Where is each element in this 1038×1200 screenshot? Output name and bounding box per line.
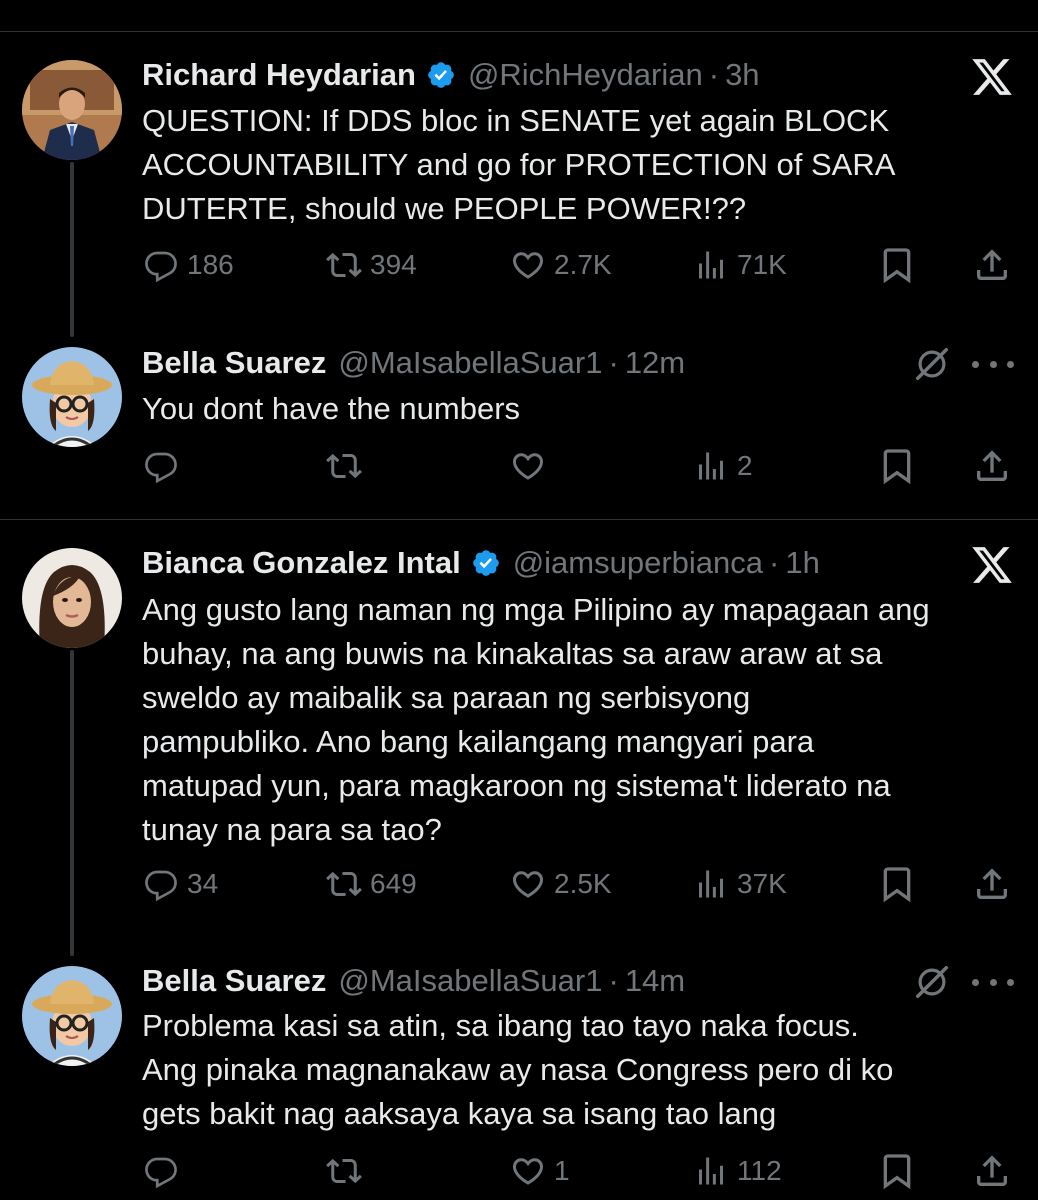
avatar-bianca-gonzalez-intal[interactable] — [22, 548, 122, 648]
share-icon[interactable] — [972, 245, 1012, 285]
reply-count: 186 — [187, 249, 234, 280]
like-button[interactable]: 1 — [510, 1151, 570, 1191]
separator-dot: · — [608, 345, 619, 380]
repost-icon — [326, 453, 362, 479]
reply-icon — [145, 251, 177, 283]
like-count: 2.7K — [554, 249, 612, 280]
views-count: 37K — [737, 868, 787, 899]
views-icon — [699, 251, 723, 279]
tweet-text: You dont have the numbers — [142, 391, 521, 426]
tweet-header: Bella Suarez @MaIsabellaSuar1 · 12m — [142, 343, 685, 383]
like-button[interactable]: 2.5K — [510, 864, 612, 904]
reply-button[interactable] — [143, 446, 187, 486]
reply-button[interactable]: 186 — [143, 245, 234, 285]
separator-dot: · — [769, 545, 780, 580]
heart-icon — [512, 453, 544, 480]
author-name[interactable]: Richard Heydarian — [142, 57, 416, 93]
author-name[interactable]: Bella Suarez — [142, 345, 326, 381]
views-count: 71K — [737, 249, 787, 280]
like-button[interactable]: 2.7K — [510, 245, 612, 285]
tweet-text: QUESTION: If DDS bloc in SENATE yet agai… — [142, 103, 896, 226]
repost-button[interactable] — [326, 1151, 370, 1191]
avatar-richard-heydarian[interactable] — [22, 60, 122, 160]
more-options-icon[interactable] — [972, 963, 1014, 1001]
conversation-divider — [0, 519, 1038, 520]
share-icon[interactable] — [972, 864, 1012, 904]
author-name[interactable]: Bianca Gonzalez Intal — [142, 545, 461, 581]
author-handle[interactable]: @RichHeydarian — [468, 57, 703, 93]
views-icon — [699, 1157, 723, 1185]
reply-count: 34 — [187, 868, 219, 899]
repost-icon — [326, 871, 362, 897]
more-options-icon[interactable] — [972, 345, 1014, 383]
top-divider — [0, 31, 1038, 32]
bookmark-icon[interactable] — [877, 864, 917, 904]
repost-count: 394 — [370, 249, 417, 280]
repost-button[interactable]: 394 — [326, 245, 417, 285]
share-icon[interactable] — [972, 446, 1012, 486]
bookmark-icon[interactable] — [877, 446, 917, 486]
separator-dot: · — [708, 57, 720, 92]
views-button[interactable]: 2 — [693, 446, 753, 486]
avatar-photo-icon — [22, 548, 122, 648]
share-icon[interactable] — [972, 1151, 1012, 1191]
views-count: 112 — [737, 1155, 782, 1186]
tweet-header: Richard Heydarian @RichHeydarian · 3h — [142, 55, 760, 95]
verified-badge-icon — [471, 548, 501, 578]
heart-icon — [512, 1158, 544, 1185]
repost-count: 649 — [370, 868, 417, 899]
views-count: 2 — [737, 450, 753, 481]
timestamp[interactable]: 14m — [625, 963, 685, 999]
views-icon — [699, 452, 723, 480]
repost-icon — [326, 1158, 362, 1184]
reply-icon — [145, 452, 177, 484]
views-button[interactable]: 37K — [693, 864, 787, 904]
like-count: 2.5K — [554, 868, 612, 899]
author-handle[interactable]: @MaIsabellaSuar1 — [338, 345, 602, 381]
tweet-header: Bella Suarez @MaIsabellaSuar1 · 14m — [142, 961, 685, 1001]
timestamp[interactable]: 3h — [725, 57, 759, 93]
thread-connector-line — [70, 650, 74, 956]
like-button[interactable] — [510, 446, 554, 486]
separator-dot: · — [608, 963, 619, 998]
x-logo-icon — [972, 59, 1012, 95]
avatar-photo-icon — [22, 60, 122, 160]
avatar-memoji-icon — [22, 966, 122, 1066]
tweet-text: Ang gusto lang naman ng mga Pilipino ay … — [142, 592, 930, 847]
reply-button[interactable]: 34 — [143, 864, 218, 904]
author-handle[interactable]: @MaIsabellaSuar1 — [338, 963, 602, 999]
thread-connector-line — [70, 162, 74, 337]
reply-icon — [145, 870, 177, 902]
repost-icon — [326, 252, 362, 278]
x-logo-icon — [972, 547, 1012, 583]
author-name[interactable]: Bella Suarez — [142, 963, 326, 999]
views-button[interactable]: 112 — [693, 1151, 782, 1191]
avatar-bella-suarez[interactable] — [22, 347, 122, 447]
reply-button[interactable] — [143, 1151, 187, 1191]
reply-icon — [145, 1157, 177, 1189]
bookmark-icon[interactable] — [877, 1151, 917, 1191]
like-count: 1 — [554, 1155, 570, 1186]
avatar-memoji-icon — [22, 347, 122, 447]
repost-button[interactable]: 649 — [326, 864, 417, 904]
tweet-header: Bianca Gonzalez Intal @iamsuperbianca · … — [142, 543, 820, 583]
bookmark-icon[interactable] — [877, 245, 917, 285]
author-handle[interactable]: @iamsuperbianca — [513, 545, 763, 581]
avatar-bella-suarez[interactable] — [22, 966, 122, 1066]
verified-badge-icon — [426, 60, 456, 90]
grok-icon[interactable] — [913, 963, 951, 1001]
tweet-text: Problema kasi sa atin, sa ibang tao tayo… — [142, 1008, 894, 1131]
grok-icon[interactable] — [913, 345, 951, 383]
repost-button[interactable] — [326, 446, 370, 486]
timestamp[interactable]: 12m — [625, 345, 685, 381]
views-icon — [699, 870, 723, 898]
heart-icon — [512, 871, 544, 898]
heart-icon — [512, 252, 544, 279]
views-button[interactable]: 71K — [693, 245, 787, 285]
timestamp[interactable]: 1h — [785, 545, 819, 581]
